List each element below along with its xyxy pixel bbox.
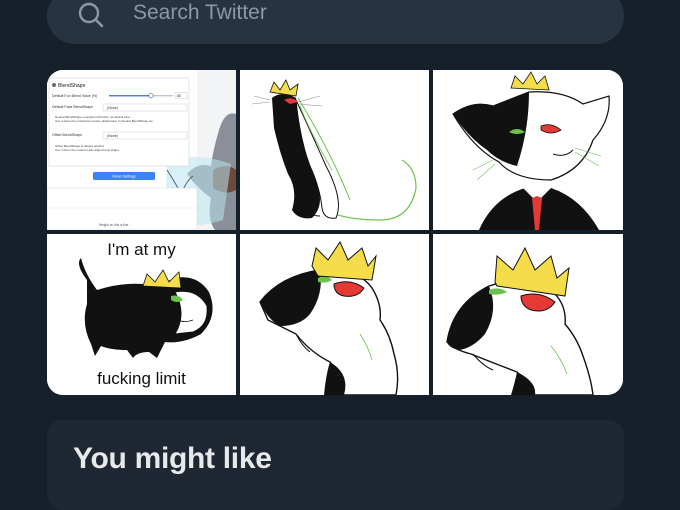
settings-screenshot-image: BlendShape Default Fun Blend Value (%) 8… [47,70,236,230]
media-tile-settings-screenshot[interactable]: BlendShape Default Fun Blend Value (%) 8… [47,70,236,230]
you-might-like-title: You might like [73,442,272,475]
search-icon [78,2,104,28]
cat-profile-1-image [240,234,429,395]
media-grid: BlendShape Default Fun Blend Value (%) 8… [47,70,623,395]
footer-note: Weight on this is fine [99,223,129,227]
settings-panel-title: BlendShape [58,83,85,89]
media-tile-cat-profile-2[interactable] [433,234,623,395]
cat-suit-image [433,70,623,230]
you-might-like-card: You might like [47,420,624,510]
media-tile-cat-suit[interactable] [433,70,623,230]
meme-caption-top: I'm at my [107,240,176,259]
search-input[interactable] [133,0,553,28]
settings-row-label: Use it when the model needs adjust body … [55,148,120,152]
media-tile-cat-meme[interactable]: I'm at my fucking limit [47,234,236,395]
reset-settings-label: Reset Settings [112,175,136,179]
settings-row-label: Default Fun Blend Value (%) [52,94,97,98]
media-tile-cat-profile-1[interactable] [240,234,429,395]
settings-row-label: Use it when the model has custom default… [55,119,154,123]
search-bar[interactable] [47,0,624,44]
slider-value: 80 [177,94,181,98]
dropdown-value: (None) [107,106,118,110]
settings-row-label: Offset BlendShape [52,133,82,137]
media-tile-cat-sitting[interactable] [240,70,429,230]
settings-row-label: Default Face BlendShape [52,105,93,109]
dropdown-value: (None) [107,134,118,138]
cat-sitting-image [240,70,429,230]
meme-caption-bottom: fucking limit [97,369,186,388]
cat-profile-2-image [433,234,623,395]
